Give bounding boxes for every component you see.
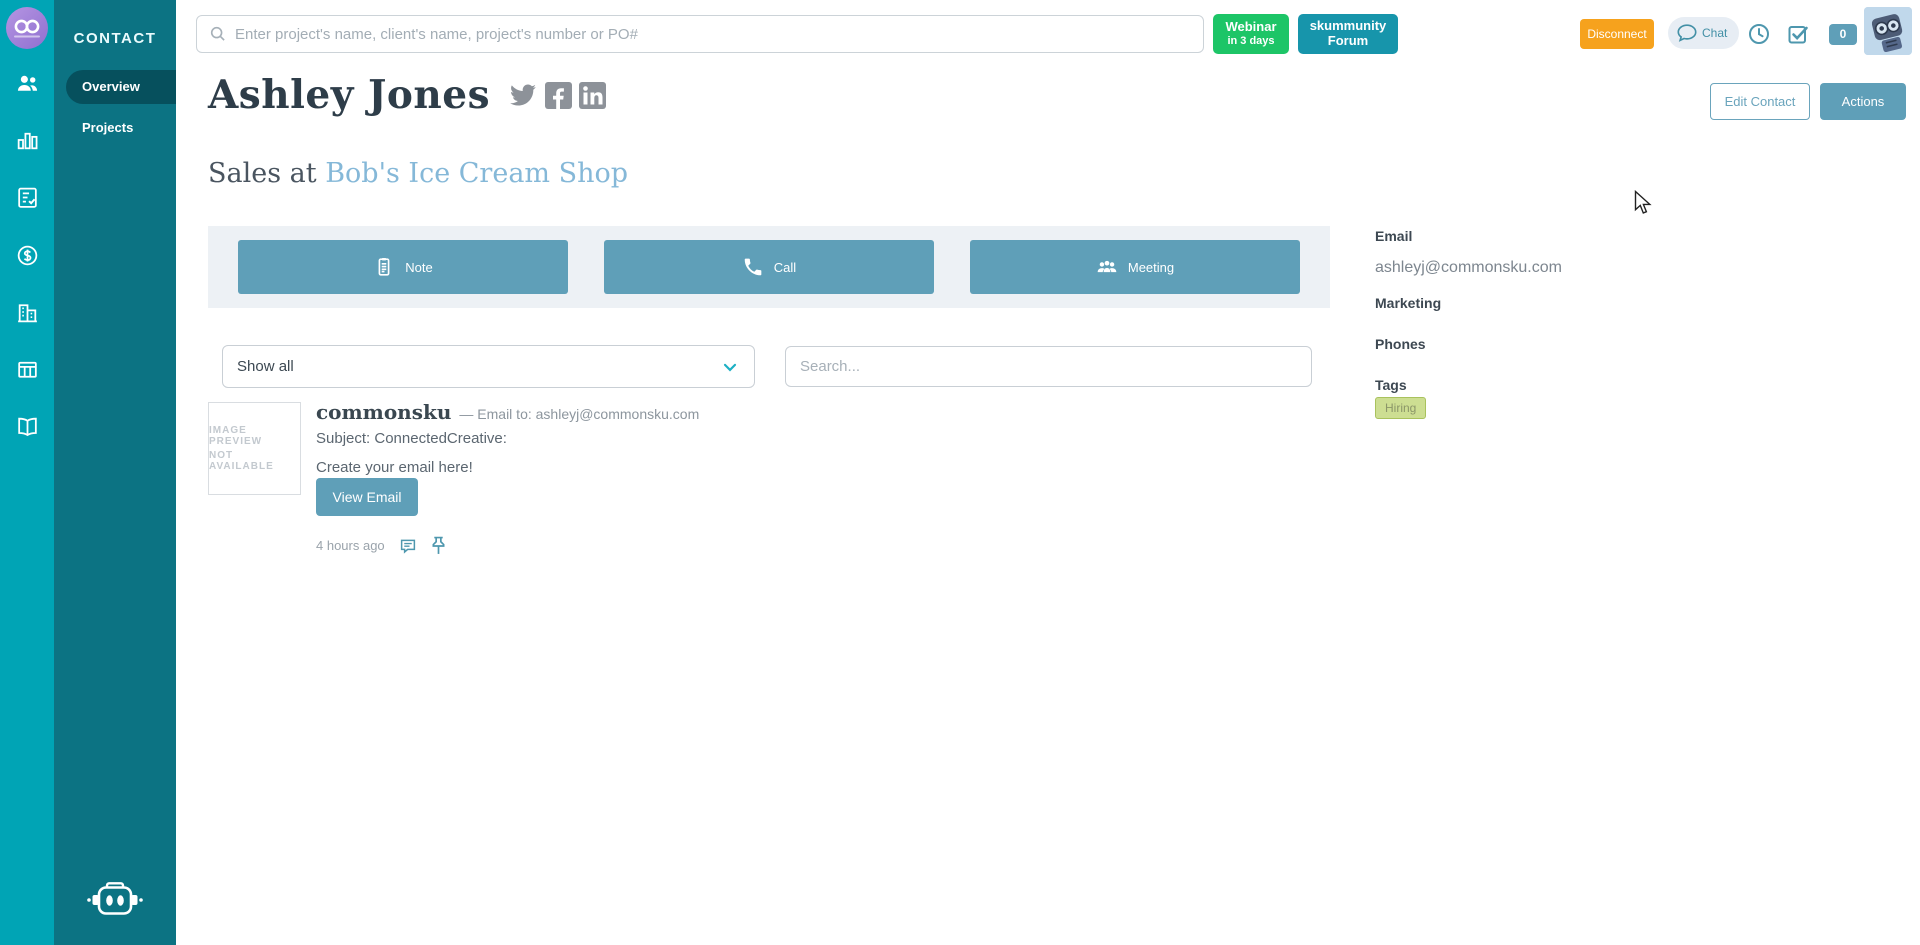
webinar-button[interactable]: Webinar in 3 days (1213, 14, 1289, 54)
mouse-cursor (1634, 190, 1653, 217)
rail-nav-production[interactable] (0, 352, 54, 386)
robot-helper-button[interactable] (54, 879, 176, 921)
view-email-button[interactable]: View Email (316, 478, 418, 516)
email-label: Email (1375, 228, 1412, 244)
users-icon (15, 71, 40, 96)
rail-nav-sales[interactable] (0, 238, 54, 272)
search-icon (209, 25, 227, 43)
twitter-icon[interactable] (508, 82, 538, 108)
email-image-preview: IMAGE PREVIEW NOT AVAILABLE (208, 402, 301, 495)
rail-nav-orders[interactable] (0, 180, 54, 214)
email-value: ashleyj@commonsku.com (1375, 259, 1562, 277)
chat-button[interactable]: Chat (1668, 17, 1739, 49)
feed-filter-value: Show all (237, 358, 294, 375)
bar-chart-icon (15, 128, 40, 153)
building-icon (15, 300, 40, 325)
feed-timestamp: 4 hours ago (316, 538, 385, 553)
comment-icon[interactable] (399, 537, 417, 555)
rail-nav-contacts[interactable] (0, 66, 54, 100)
actions-button[interactable]: Actions (1820, 83, 1906, 120)
feed-item-header: commonsku — Email to: ashleyj@commonsku.… (316, 400, 699, 424)
phones-label: Phones (1375, 336, 1426, 352)
user-avatar[interactable] (1864, 7, 1912, 55)
call-button[interactable]: Call (604, 240, 934, 294)
commonsku-logo-icon[interactable] (6, 7, 48, 49)
tasks-button[interactable] (1786, 22, 1810, 46)
contact-sidebar: CONTACT Overview Projects (54, 0, 176, 945)
feed-meta: — Email to: ashleyj@commonsku.com (459, 406, 699, 422)
feed-author: commonsku (316, 400, 451, 424)
meeting-people-icon (1096, 256, 1118, 278)
tag-hiring[interactable]: Hiring (1375, 397, 1426, 419)
app-window: CONTACT Overview Projects Webinar in 3 d… (0, 0, 1920, 945)
contact-name-heading: Ashley Jones (208, 72, 606, 118)
feed-filter-select[interactable]: Show all (222, 345, 755, 388)
sidebar-item-overview[interactable]: Overview (66, 70, 176, 104)
phone-icon (742, 256, 764, 278)
clock-icon (1747, 22, 1771, 46)
note-icon (373, 256, 395, 278)
reminders-button[interactable] (1747, 22, 1771, 46)
skummunity-forum-button[interactable]: skummunity Forum (1298, 14, 1398, 54)
checkbox-icon (1786, 22, 1810, 46)
feed-item-footer: 4 hours ago (316, 536, 446, 555)
rail-nav-reports[interactable] (0, 123, 54, 157)
company-link[interactable]: Bob's Ice Cream Shop (325, 158, 628, 189)
facebook-icon[interactable] (545, 82, 572, 109)
sidebar-item-projects[interactable]: Projects (82, 118, 133, 138)
sidebar-title: CONTACT (54, 30, 176, 47)
global-search[interactable] (196, 15, 1204, 53)
chat-bubble-icon (1676, 22, 1698, 44)
linkedin-icon[interactable] (579, 82, 606, 109)
avatar-robot-image (1864, 7, 1912, 55)
left-rail (0, 0, 54, 945)
tags-label: Tags (1375, 377, 1407, 393)
quick-actions-band: Note Call Meeting (208, 226, 1330, 308)
clipboard-check-icon (15, 185, 40, 210)
rail-nav-resources[interactable] (0, 409, 54, 443)
chat-label: Chat (1702, 26, 1727, 40)
disconnect-button[interactable]: Disconnect (1580, 19, 1654, 49)
notification-count-badge[interactable]: 0 (1829, 24, 1857, 45)
book-icon (15, 414, 40, 439)
note-button[interactable]: Note (238, 240, 568, 294)
meeting-button[interactable]: Meeting (970, 240, 1300, 294)
table-icon (15, 357, 40, 382)
pin-icon[interactable] (431, 536, 446, 555)
feed-subject: Subject: ConnectedCreative: (316, 430, 507, 447)
feed-search-input[interactable] (785, 346, 1312, 387)
contact-role-line: Sales at Bob's Ice Cream Shop (208, 158, 628, 189)
chevron-down-icon (720, 357, 740, 377)
dollar-circle-icon (15, 243, 40, 268)
edit-contact-button[interactable]: Edit Contact (1710, 83, 1810, 120)
global-search-input[interactable] (235, 26, 1191, 43)
rail-nav-clients[interactable] (0, 295, 54, 329)
robot-icon (87, 879, 143, 921)
feed-body: Create your email here! (316, 459, 473, 476)
marketing-label: Marketing (1375, 295, 1441, 311)
